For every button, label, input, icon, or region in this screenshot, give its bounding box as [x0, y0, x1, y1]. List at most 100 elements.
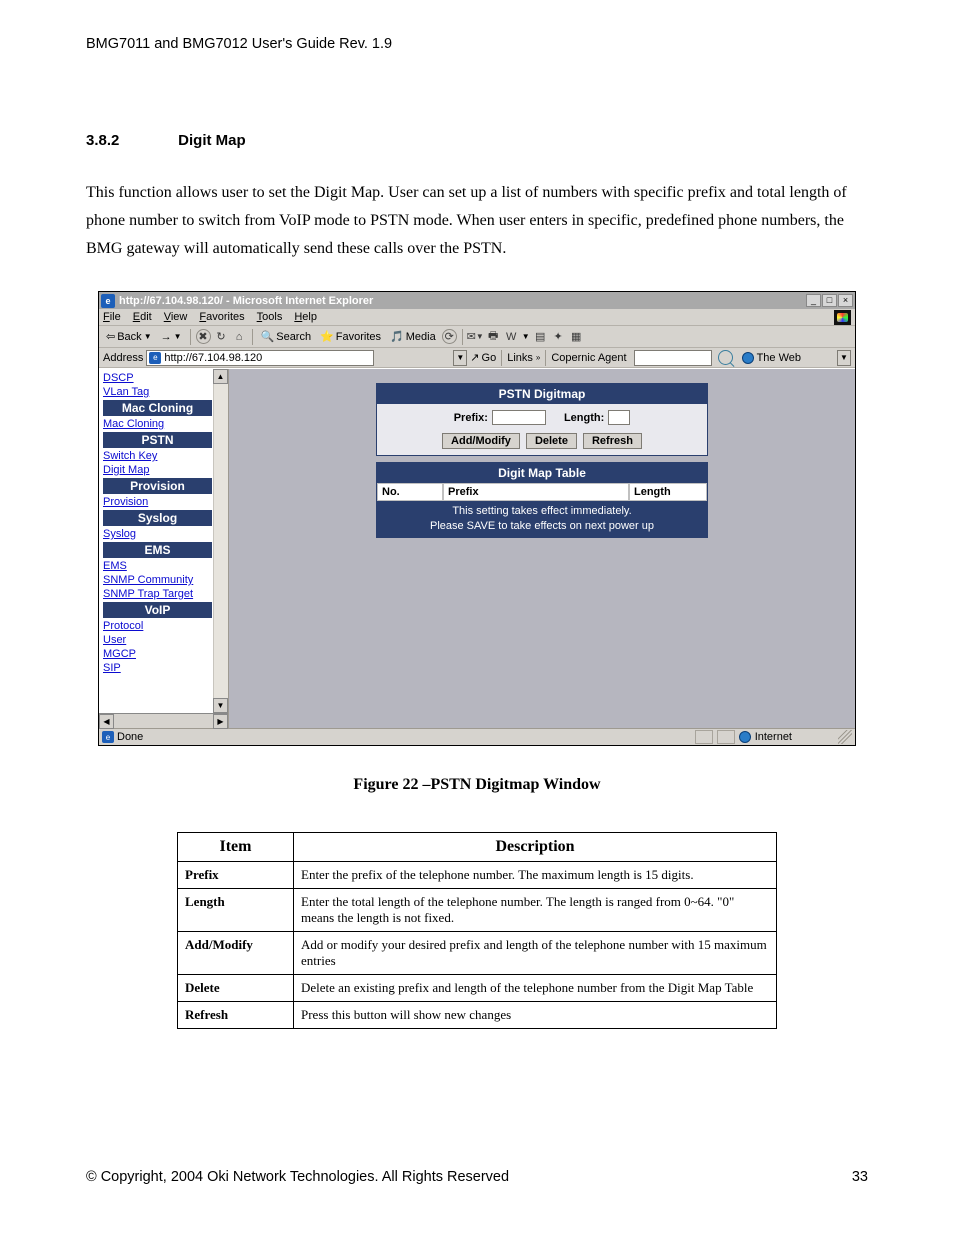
sidebar-scrollbar[interactable]	[213, 384, 228, 698]
running-header: BMG7011 and BMG7012 User's Guide Rev. 1.…	[86, 36, 868, 52]
scroll-right-button[interactable]: ▶	[213, 714, 228, 729]
ie-page-icon: e	[149, 352, 161, 364]
menu-item-tools[interactable]: Tools	[257, 311, 283, 323]
desc-item: Prefix	[178, 862, 294, 889]
menu-item-favorites[interactable]: Favorites	[199, 311, 244, 323]
address-label: Address	[103, 352, 143, 364]
delete-button[interactable]: Delete	[526, 433, 577, 449]
length-label: Length:	[564, 412, 604, 424]
favorites-button[interactable]: ⭐Favorites	[317, 329, 384, 344]
desc-item: Length	[178, 889, 294, 932]
menu-item-help[interactable]: Help	[294, 311, 317, 323]
sidebar-item[interactable]: VLan Tag	[103, 385, 212, 399]
table-row: LengthEnter the total length of the tele…	[178, 889, 777, 932]
status-zone: Internet	[755, 731, 792, 743]
desc-text: Enter the total length of the telephone …	[294, 889, 777, 932]
sidebar-header: EMS	[103, 542, 212, 558]
desc-text: Press this button will show new changes	[294, 1002, 777, 1029]
table-row: Add/ModifyAdd or modify your desired pre…	[178, 932, 777, 975]
resize-grip-icon[interactable]	[838, 730, 852, 744]
sidebar-item[interactable]: Syslog	[103, 527, 212, 541]
menubar: File Edit View Favorites Tools Help	[99, 309, 855, 326]
sidebar-item[interactable]: Digit Map	[103, 463, 212, 477]
the-web-selector[interactable]: The Web	[742, 352, 801, 364]
sidebar-item[interactable]: Provision	[103, 495, 212, 509]
refresh-button[interactable]: Refresh	[583, 433, 642, 449]
back-label: Back	[117, 331, 141, 343]
forward-button[interactable]: → ▼	[158, 330, 185, 344]
description-table: Item Description PrefixEnter the prefix …	[177, 832, 777, 1029]
menu-item-view[interactable]: View	[164, 311, 188, 323]
go-button[interactable]: ↗Go	[470, 351, 496, 364]
internet-globe-icon	[739, 731, 751, 743]
note-line-1: This setting takes effect immediately.	[380, 504, 704, 519]
status-done: Done	[117, 731, 143, 743]
main-pane: PSTN Digitmap Prefix: Length: Add/Modify…	[229, 369, 855, 728]
sidebar-item[interactable]: SNMP Trap Target	[103, 587, 212, 601]
mail-icon[interactable]: ✉▼	[468, 329, 483, 344]
section-paragraph: This function allows user to set the Dig…	[86, 179, 868, 263]
length-input[interactable]	[608, 410, 630, 425]
sidebar-item[interactable]: Switch Key	[103, 449, 212, 463]
screenshot-window: e http://67.104.98.120/ - Microsoft Inte…	[98, 291, 856, 746]
menu-item-file[interactable]: File	[103, 311, 121, 323]
desc-item: Add/Modify	[178, 932, 294, 975]
dropdown-icon[interactable]: ▼	[522, 332, 530, 341]
sidebar-header: Provision	[103, 478, 212, 494]
sidebar: ▲ ▼ ◀ ▶ DSCPVLan TagMac CloningMac Cloni…	[99, 369, 229, 728]
home-icon[interactable]: ⌂	[232, 329, 247, 344]
extra-icon[interactable]: ▦	[569, 329, 584, 344]
ie-icon: e	[101, 294, 115, 308]
sidebar-item[interactable]: SNMP Community	[103, 573, 212, 587]
the-web-dropdown-button[interactable]: ▼	[837, 350, 851, 366]
sidebar-horizontal-scrollbar[interactable]: ◀ ▶	[99, 713, 228, 728]
history-icon[interactable]: ⟳	[442, 329, 457, 344]
media-button[interactable]: 🎵Media	[387, 329, 439, 344]
table-panel-heading: Digit Map Table	[377, 463, 707, 483]
search-button[interactable]: 🔍Search	[258, 329, 315, 344]
print-icon[interactable]: 🖶	[486, 329, 501, 344]
magnifier-icon[interactable]	[718, 350, 733, 365]
scroll-left-button[interactable]: ◀	[99, 714, 114, 729]
sidebar-item[interactable]: MGCP	[103, 647, 212, 661]
media-label: Media	[406, 331, 436, 343]
statusbar: e Done Internet	[99, 728, 855, 745]
close-button[interactable]: ×	[838, 294, 853, 307]
word-icon[interactable]: W	[504, 329, 519, 344]
minimize-button[interactable]: _	[806, 294, 821, 307]
address-dropdown-button[interactable]: ▼	[453, 350, 467, 366]
page-icon: e	[102, 731, 114, 743]
scroll-down-button[interactable]: ▼	[213, 698, 228, 713]
desc-text: Enter the prefix of the telephone number…	[294, 862, 777, 889]
section-number: 3.8.2	[86, 132, 174, 149]
pstn-digitmap-panel: PSTN Digitmap Prefix: Length: Add/Modify…	[376, 383, 708, 456]
sidebar-item[interactable]: User	[103, 633, 212, 647]
desc-item: Refresh	[178, 1002, 294, 1029]
copernic-input[interactable]	[634, 350, 712, 366]
globe-icon	[742, 352, 754, 364]
address-input[interactable]: e http://67.104.98.120	[146, 350, 374, 366]
notepad-icon[interactable]: ▤	[533, 329, 548, 344]
add-modify-button[interactable]: Add/Modify	[442, 433, 520, 449]
scroll-up-button[interactable]: ▲	[213, 369, 228, 384]
col-no: No.	[377, 483, 443, 501]
sidebar-item[interactable]: DSCP	[103, 371, 212, 385]
table-row: PrefixEnter the prefix of the telephone …	[178, 862, 777, 889]
menu-item-edit[interactable]: Edit	[133, 311, 152, 323]
stop-icon[interactable]: ✖	[196, 329, 211, 344]
figure-caption: Figure 22 –PSTN Digitmap Window	[86, 776, 868, 794]
sidebar-item[interactable]: Mac Cloning	[103, 417, 212, 431]
sidebar-item[interactable]: EMS	[103, 559, 212, 573]
prefix-input[interactable]	[492, 410, 546, 425]
col-length: Length	[629, 483, 707, 501]
desc-text: Add or modify your desired prefix and le…	[294, 932, 777, 975]
related-icon[interactable]: ✦	[551, 329, 566, 344]
links-label[interactable]: Links	[507, 352, 533, 364]
maximize-button[interactable]: □	[822, 294, 837, 307]
section-heading: 3.8.2 Digit Map	[86, 132, 868, 149]
col-prefix: Prefix	[443, 483, 629, 501]
sidebar-item[interactable]: SIP	[103, 661, 212, 675]
sidebar-item[interactable]: Protocol	[103, 619, 212, 633]
refresh-icon[interactable]: ↻	[214, 329, 229, 344]
back-button[interactable]: ⇦ Back ▼	[103, 329, 155, 344]
